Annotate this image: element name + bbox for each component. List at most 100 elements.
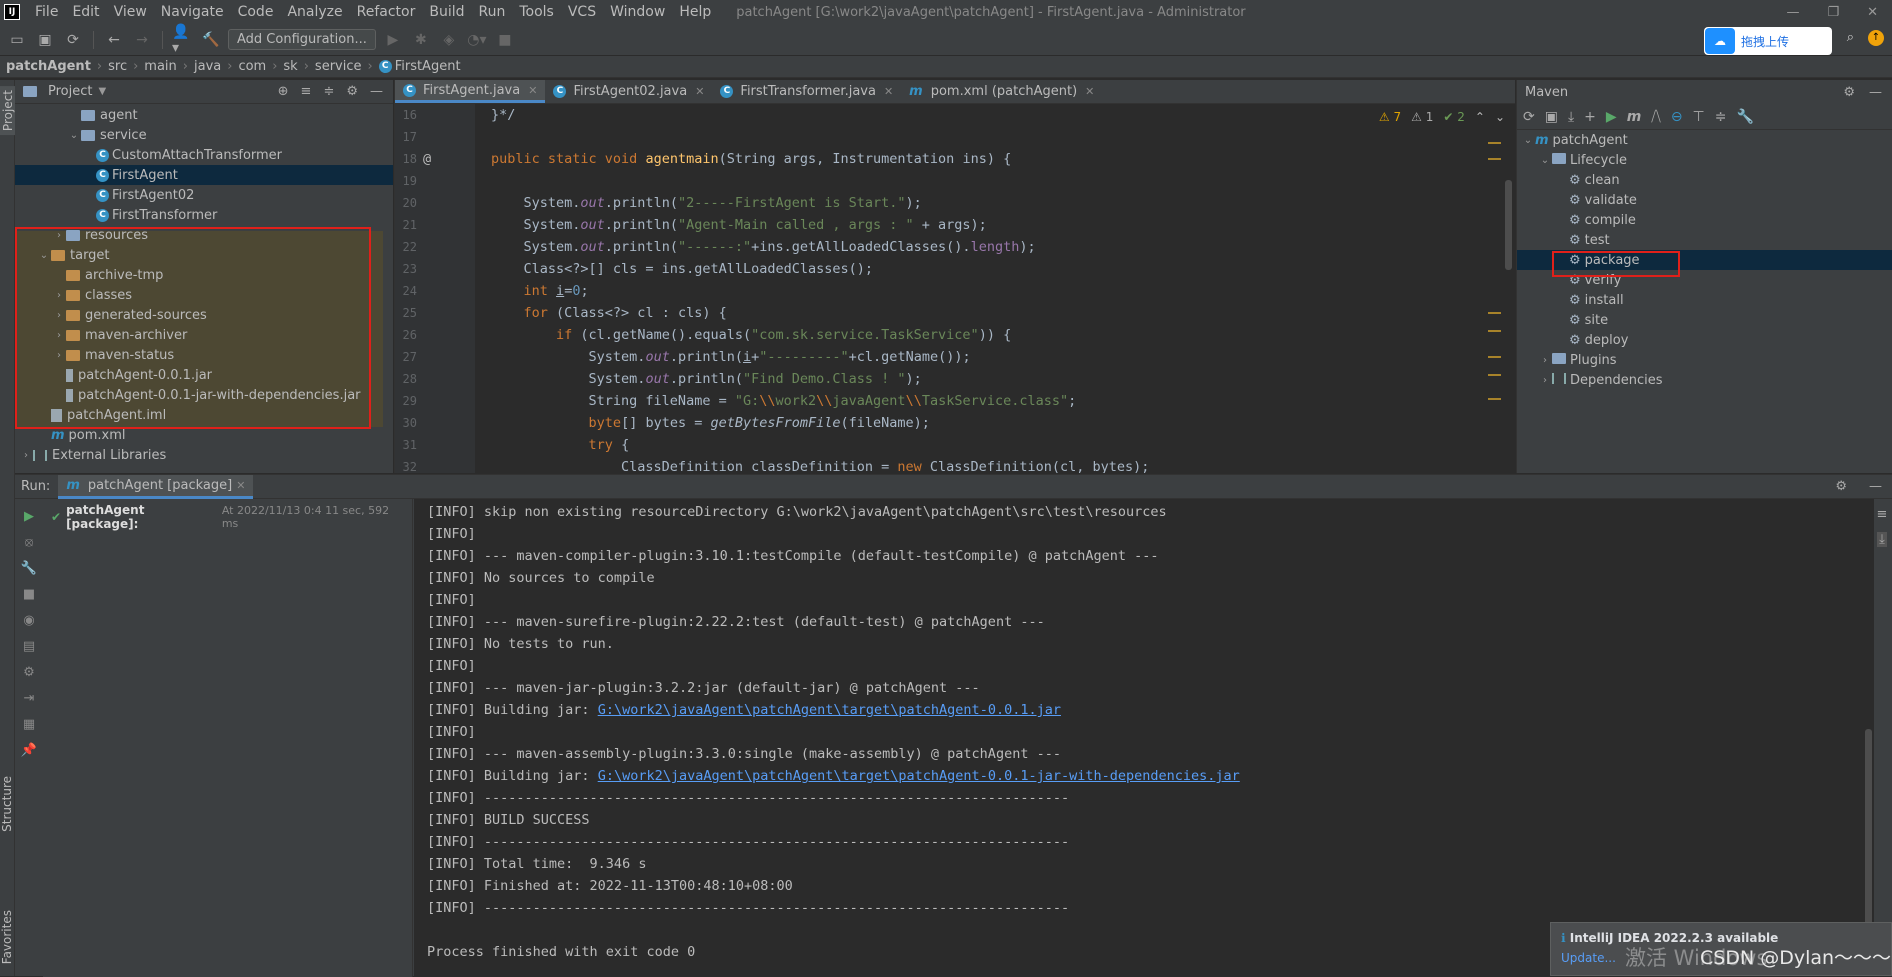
toggle-offline-icon[interactable]: ⦻ (25, 535, 34, 550)
close-icon[interactable]: ✕ (1867, 5, 1878, 20)
structure-stripe-button[interactable]: Structure (0, 776, 14, 832)
chevron-right-icon[interactable]: › (1538, 375, 1552, 386)
profile-icon[interactable]: ◔▾ (466, 29, 488, 51)
camera-icon[interactable]: ▤ (23, 639, 35, 654)
open-folder-icon[interactable]: ▭ (6, 29, 28, 51)
debug-icon[interactable]: ✱ (410, 29, 432, 51)
chevron-down-icon[interactable]: ⌄ (1495, 110, 1505, 124)
implements-at-icon[interactable]: @ (423, 148, 431, 170)
menu-navigate[interactable]: Navigate (154, 4, 231, 20)
upload-widget[interactable]: ☁ 拖拽上传 (1704, 27, 1832, 55)
menu-run[interactable]: Run (472, 4, 513, 20)
maven-tree-item[interactable]: ⚙ site (1517, 310, 1892, 330)
maven-tree-item[interactable]: ⚙ compile (1517, 210, 1892, 230)
project-tree-item[interactable]: agent (15, 105, 393, 125)
hide-icon[interactable]: — (1869, 479, 1882, 494)
code-area[interactable]: 16}*/ 17 18 @ public static void agentmain… (395, 104, 1516, 473)
layout-icon[interactable]: ▦ (23, 717, 35, 732)
chevron-down-icon[interactable]: ⌄ (1521, 135, 1535, 146)
gear-icon[interactable]: ⚙ (1835, 479, 1847, 494)
menu-help[interactable]: Help (672, 4, 718, 20)
project-tree-item[interactable]: › External Libraries (15, 445, 393, 465)
show-dependencies-icon[interactable]: ⊤ (1693, 109, 1705, 125)
project-tree-item[interactable]: C FirstTransformer (15, 205, 393, 225)
project-stripe-button[interactable]: Project (0, 86, 16, 136)
gear-icon[interactable]: ⚙ (346, 84, 358, 99)
breadcrumb-item[interactable]: patchAgent (6, 59, 91, 74)
add-configuration-button[interactable]: Add Configuration... (228, 29, 376, 50)
run-icon[interactable]: ▶ (382, 29, 404, 51)
editor-scrollbar[interactable] (1505, 180, 1512, 270)
toggle-offline-icon[interactable]: ⧸⧹ (1651, 109, 1661, 125)
maven-tree-item[interactable]: ⚙ install (1517, 290, 1892, 310)
reload-icon[interactable]: ⟳ (1523, 109, 1535, 125)
chevron-up-icon[interactable]: ⌃ (1475, 110, 1485, 124)
plus-icon[interactable]: + (1584, 109, 1596, 125)
sync-icon[interactable]: ⟳ (62, 29, 84, 51)
maven-tree-item[interactable]: ⌄ m patchAgent (1517, 130, 1892, 150)
minimize-icon[interactable]: — (1786, 5, 1799, 20)
locate-icon[interactable]: ⊕ (278, 84, 289, 99)
menu-window[interactable]: Window (603, 4, 672, 20)
menu-build[interactable]: Build (422, 4, 471, 20)
chevron-right-icon[interactable]: › (1538, 355, 1552, 366)
collapse-all-icon[interactable]: ≑ (323, 84, 334, 99)
scroll-to-end-icon[interactable]: ⤓ (1877, 532, 1887, 547)
maven-tree-item[interactable]: › Dependencies (1517, 370, 1892, 390)
stop-icon[interactable]: ■ (494, 29, 516, 51)
threads-icon[interactable]: ⚙ (23, 665, 35, 680)
download-icon[interactable]: ⤓ (1568, 109, 1574, 125)
soft-wrap-icon[interactable]: ≡ (1877, 507, 1888, 522)
project-panel-title[interactable]: Project (48, 84, 92, 99)
maven-tree-item[interactable]: ⚙ deploy (1517, 330, 1892, 350)
menu-edit[interactable]: Edit (65, 4, 106, 20)
eye-icon[interactable]: ◉ (23, 613, 34, 628)
run-tab[interactable]: m patchAgent [package] ✕ (58, 474, 254, 499)
add-folder-icon[interactable]: ▣ (1545, 109, 1558, 125)
save-all-icon[interactable]: ▣ (34, 29, 56, 51)
user-icon[interactable]: 👤▾ (172, 24, 194, 56)
project-tree-item[interactable]: C FirstAgent (15, 165, 393, 185)
maven-goal-icon[interactable]: m (1627, 109, 1642, 125)
maven-tree-item[interactable]: ⚙ validate (1517, 190, 1892, 210)
wrench-icon[interactable]: 🔧 (21, 561, 37, 576)
update-icon[interactable]: ↑ (1868, 30, 1884, 46)
editor-tab[interactable]: C FirstAgent.java ✕ (395, 80, 546, 103)
close-icon[interactable]: ✕ (528, 84, 537, 97)
breadcrumb-item[interactable]: main (144, 59, 176, 74)
forward-icon[interactable]: → (131, 29, 153, 51)
menu-view[interactable]: View (107, 4, 154, 20)
project-tree-item[interactable]: C FirstAgent02 (15, 185, 393, 205)
jar-path-link[interactable]: G:\work2\javaAgent\patchAgent\target\pat… (598, 702, 1061, 718)
expand-all-icon[interactable]: ≡ (301, 84, 312, 99)
menu-refactor[interactable]: Refactor (350, 4, 423, 20)
breadcrumb-item[interactable]: src (108, 59, 127, 74)
chevron-right-icon[interactable]: › (19, 450, 33, 461)
breadcrumb-item[interactable]: service (315, 59, 362, 74)
favorites-stripe-button[interactable]: Favorites (0, 910, 14, 964)
gear-icon[interactable]: ⚙ (1843, 85, 1855, 100)
build-hammer-icon[interactable]: 🔨 (200, 29, 222, 51)
hide-icon[interactable]: — (1869, 85, 1882, 100)
breadcrumb-item[interactable]: sk (283, 59, 297, 74)
rerun-icon[interactable]: ▶ (24, 509, 34, 524)
search-icon[interactable]: ⌕ (1847, 30, 1854, 46)
pin-icon[interactable]: 📌 (21, 743, 37, 758)
menu-code[interactable]: Code (231, 4, 281, 20)
menu-analyze[interactable]: Analyze (280, 4, 349, 20)
breadcrumb-item[interactable]: com (238, 59, 266, 74)
maven-tree-item[interactable]: › Plugins (1517, 350, 1892, 370)
editor-tab[interactable]: m pom.xml (patchAgent) ✕ (901, 80, 1102, 103)
chevron-down-icon[interactable]: ▼ (98, 86, 106, 97)
close-icon[interactable]: ✕ (884, 85, 893, 98)
menu-vcs[interactable]: VCS (561, 4, 603, 20)
breadcrumb-item[interactable]: FirstAgent (395, 59, 461, 74)
maven-tree-item[interactable]: ⌄ Lifecycle (1517, 150, 1892, 170)
console-output[interactable]: [INFO] skip non existing resourceDirecto… (414, 499, 1874, 977)
close-icon[interactable]: ✕ (1085, 85, 1094, 98)
project-tree-item[interactable]: C CustomAttachTransformer (15, 145, 393, 165)
chevron-down-icon[interactable]: ⌄ (67, 130, 81, 141)
menu-tools[interactable]: Tools (512, 4, 561, 20)
chevron-down-icon[interactable]: ⌄ (1538, 155, 1552, 166)
export-icon[interactable]: ⇥ (24, 691, 35, 706)
